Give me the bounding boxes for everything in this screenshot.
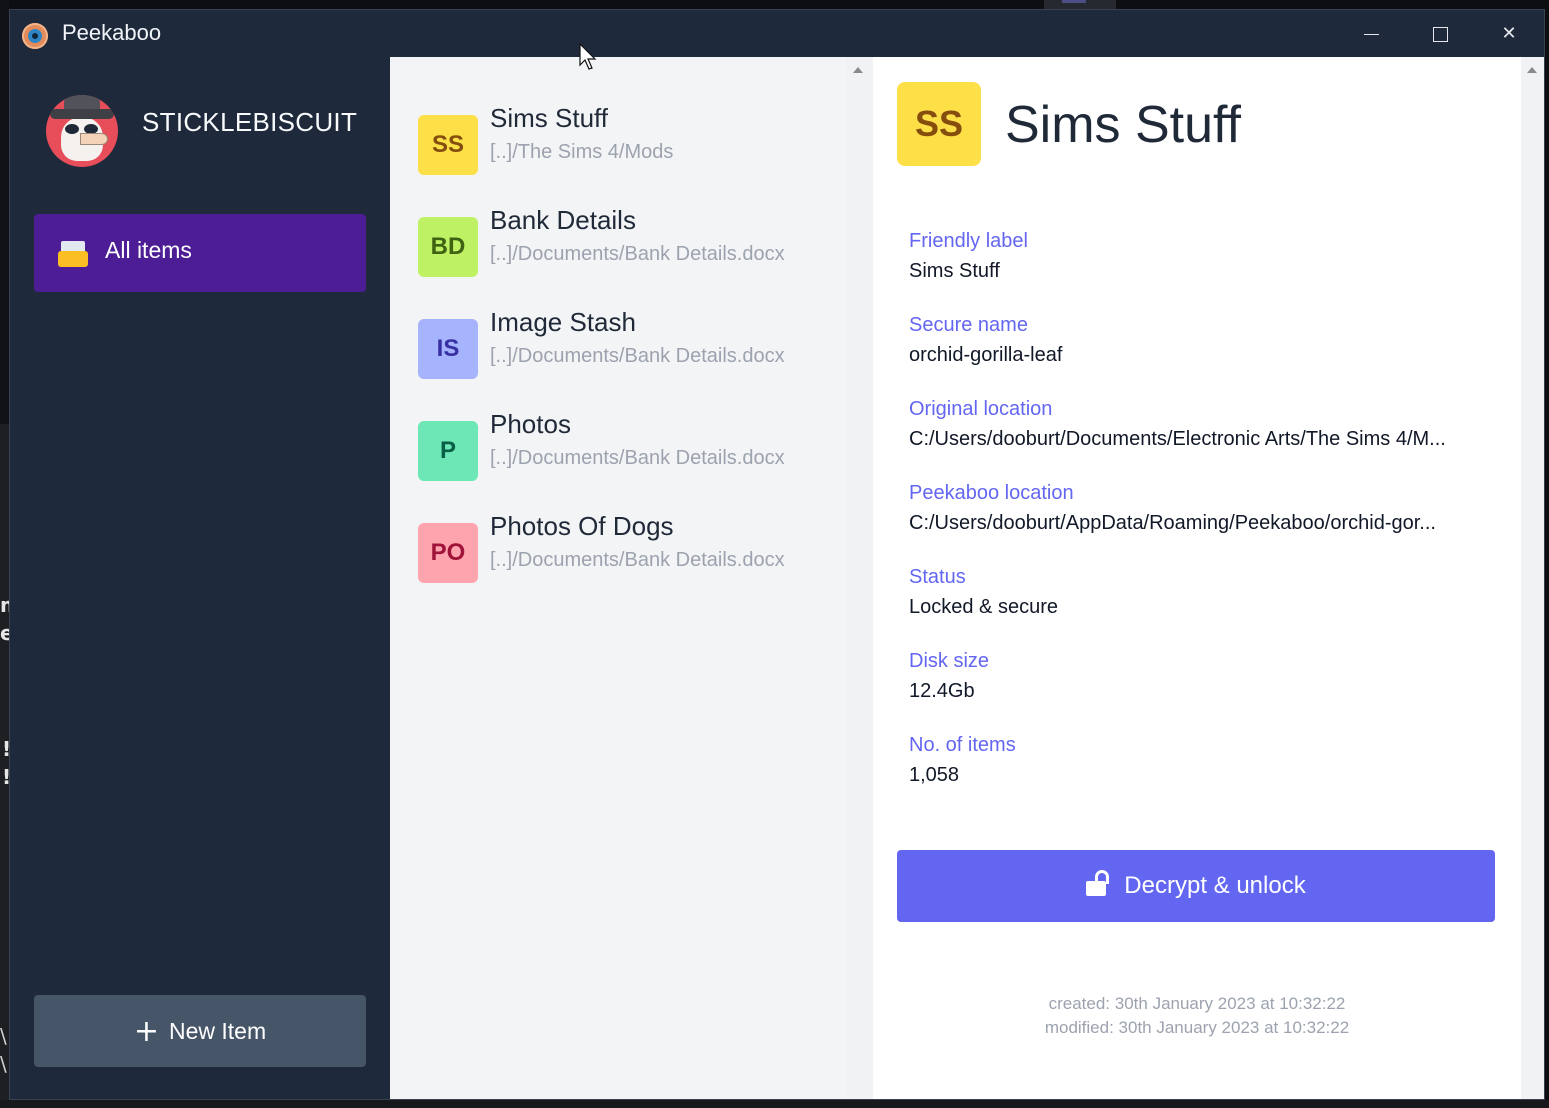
item-title: Photos Of Dogs [490, 511, 674, 541]
list-item[interactable]: BD Bank Details [..]/Documents/Bank Deta… [418, 205, 838, 293]
field-value: C:/Users/dooburt/AppData/Roaming/Peekabo… [909, 512, 1436, 534]
app-title: Peekaboo [62, 20, 162, 45]
sidebar-item-label: All items [105, 237, 192, 263]
detail-scrollbar[interactable] [1521, 57, 1544, 1099]
sidebar: STICKLEBISCUIT All items + New Item [10, 57, 390, 1099]
item-title: Image Stash [490, 307, 636, 337]
detail-initials-badge: SS [897, 82, 981, 166]
peekaboo-eye-icon [22, 23, 48, 49]
sidebar-item-all-items[interactable]: All items [34, 214, 366, 292]
field-value: 12.4Gb [909, 680, 975, 702]
item-path: [..]/Documents/Bank Details.docx [490, 243, 785, 265]
list-item[interactable]: IS Image Stash [..]/Documents/Bank Detai… [418, 307, 838, 395]
minimize-icon [1363, 33, 1379, 35]
field-label: Friendly label [909, 230, 1028, 252]
mouse-pointer-icon [579, 43, 597, 70]
item-initials-badge: SS [418, 115, 478, 175]
item-path: [..]/Documents/Bank Details.docx [490, 345, 785, 367]
field-label: No. of items [909, 734, 1016, 756]
list-item[interactable]: P Photos [..]/Documents/Bank Details.doc… [418, 409, 838, 497]
item-title: Sims Stuff [490, 103, 609, 133]
new-item-button[interactable]: + New Item [34, 995, 366, 1067]
item-list: SS Sims Stuff [..]/The Sims 4/Mods BD Ba… [390, 57, 873, 1099]
created-timestamp: created: 30th January 2023 at 10:32:22 [1048, 994, 1346, 1013]
decrypt-unlock-label: Decrypt & unlock [1124, 872, 1306, 899]
item-path: [..]/Documents/Bank Details.docx [490, 447, 785, 469]
maximize-icon [1432, 26, 1448, 42]
field-value: C:/Users/dooburt/Documents/Electronic Ar… [909, 428, 1446, 450]
maximize-button[interactable] [1417, 20, 1463, 48]
item-initials-badge: BD [418, 217, 478, 277]
detail-title: Sims Stuff [1005, 96, 1242, 154]
field-label: Status [909, 566, 966, 588]
minimize-button[interactable] [1348, 20, 1394, 48]
background-text-fragment: \ [0, 1052, 7, 1076]
list-scrollbar[interactable] [846, 57, 873, 1099]
field-label: Secure name [909, 314, 1028, 336]
field-label: Disk size [909, 650, 990, 672]
list-item[interactable]: PO Photos Of Dogs [..]/Documents/Bank De… [418, 511, 838, 599]
item-initials-badge: PO [418, 523, 478, 583]
item-title: Bank Details [490, 205, 636, 235]
item-title: Photos [490, 409, 571, 439]
avatar[interactable] [46, 95, 118, 167]
scroll-up-arrow-icon[interactable] [1527, 67, 1537, 73]
username: STICKLEBISCUIT [142, 107, 358, 137]
app-window: Peekaboo ✕ STICKLEBISCUIT All items + New… [9, 9, 1545, 1100]
unlock-icon [1086, 870, 1112, 896]
item-initials-badge: P [418, 421, 478, 481]
field-value: Locked & secure [909, 596, 1058, 618]
list-item[interactable]: SS Sims Stuff [..]/The Sims 4/Mods [418, 103, 838, 191]
decrypt-unlock-button[interactable]: Decrypt & unlock [897, 850, 1495, 922]
field-value: orchid-gorilla-leaf [909, 344, 1063, 366]
background-tab-accent [1062, 0, 1086, 3]
item-initials-badge: IS [418, 319, 478, 379]
modified-timestamp: modified: 30th January 2023 at 10:32:22 [1044, 1018, 1350, 1037]
close-icon: ✕ [1501, 23, 1517, 44]
title-bar[interactable]: Peekaboo ✕ [10, 10, 1544, 57]
plus-icon: + [133, 1014, 159, 1049]
desktop-taskbar-edge [0, 1100, 1549, 1108]
new-item-label: New Item [169, 1018, 267, 1044]
item-detail-panel: SS Sims Stuff Friendly label Sims Stuff … [873, 57, 1521, 1099]
close-button[interactable]: ✕ [1486, 20, 1532, 48]
scroll-up-arrow-icon[interactable] [853, 67, 863, 73]
item-path: [..]/The Sims 4/Mods [490, 141, 674, 163]
inbox-tray-icon [58, 241, 88, 267]
background-text-fragment: \ [0, 1024, 7, 1048]
field-value: Sims Stuff [909, 260, 1000, 282]
item-path: [..]/Documents/Bank Details.docx [490, 549, 785, 571]
field-value: 1,058 [909, 764, 960, 786]
field-label: Original location [909, 398, 1053, 420]
field-label: Peekaboo location [909, 482, 1074, 504]
